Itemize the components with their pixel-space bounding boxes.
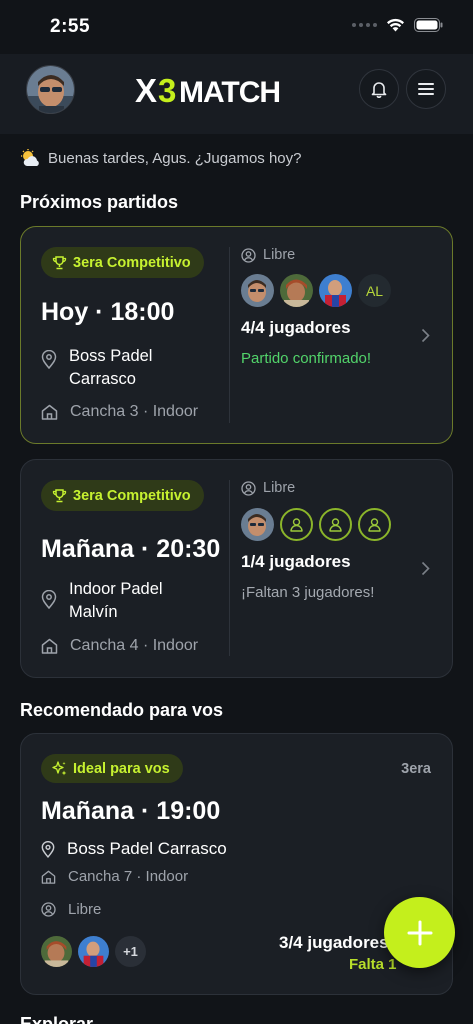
match-title: Hoy · 18:00 bbox=[41, 298, 175, 326]
user-circle-icon bbox=[241, 247, 256, 263]
location-pin-icon bbox=[41, 840, 55, 858]
match-type: Libre bbox=[263, 480, 296, 496]
user-icon bbox=[329, 517, 342, 532]
badge-label: Ideal para vos bbox=[73, 760, 170, 777]
players-count: 1/4 jugadores bbox=[241, 552, 351, 571]
match-type-row: Libre bbox=[241, 247, 295, 263]
player-avatar bbox=[78, 936, 109, 967]
menu-icon bbox=[418, 83, 434, 95]
venue-row: Boss Padel Carrasco bbox=[41, 839, 227, 859]
empty-player-slot[interactable] bbox=[280, 508, 313, 541]
card-divider bbox=[229, 247, 230, 423]
match-type-row: Libre bbox=[241, 480, 295, 496]
notifications-button[interactable] bbox=[359, 69, 399, 109]
match-status: ¡Faltan 3 jugadores! bbox=[241, 584, 375, 601]
plus-icon bbox=[407, 920, 432, 945]
venue-name: Boss Padel Carrasco bbox=[69, 347, 153, 388]
match-card[interactable]: 3era Competitivo Hoy · 18:00 Boss Padel … bbox=[20, 226, 453, 444]
location-pin-icon bbox=[41, 590, 57, 609]
profile-avatar[interactable] bbox=[26, 65, 75, 114]
greeting-text: Buenas tardes, Agus. ¿Jugamos hoy? bbox=[48, 149, 302, 167]
match-type-row: Libre bbox=[41, 901, 101, 918]
players-avatars: +1 bbox=[41, 936, 146, 967]
user-circle-icon bbox=[241, 480, 256, 496]
players-count: 4/4 jugadores bbox=[241, 318, 351, 337]
players-count: 3/4 jugadores bbox=[279, 933, 389, 952]
home-icon bbox=[41, 638, 58, 654]
status-time: 2:55 bbox=[50, 16, 91, 37]
match-card[interactable]: 3era Competitivo Mañana · 20:30 Indoor P… bbox=[20, 459, 453, 678]
badge-label: 3era Competitivo bbox=[73, 254, 191, 271]
app-header: X 3 MATCH bbox=[0, 54, 473, 134]
empty-player-slot[interactable] bbox=[319, 508, 352, 541]
court-label: Cancha 4 · Indoor bbox=[70, 637, 199, 654]
player-initials: AL bbox=[358, 274, 391, 307]
trophy-icon bbox=[52, 255, 67, 269]
player-avatar bbox=[241, 274, 274, 307]
next-section-title: Explorar bbox=[20, 1014, 94, 1024]
svg-text:3: 3 bbox=[158, 73, 176, 107]
player-avatar bbox=[319, 274, 352, 307]
match-title: Mañana · 19:00 bbox=[41, 797, 221, 825]
trophy-icon bbox=[52, 488, 67, 502]
recommended-match-card[interactable]: Ideal para vos 3era Mañana · 19:00 Boss … bbox=[20, 733, 453, 995]
court-label: Cancha 7 · Indoor bbox=[68, 868, 189, 885]
wifi-icon bbox=[387, 18, 404, 32]
home-icon bbox=[41, 404, 58, 420]
create-match-fab[interactable] bbox=[384, 897, 455, 968]
level-label: 3era bbox=[401, 761, 431, 777]
extra-players-count: +1 bbox=[115, 936, 146, 967]
menu-button[interactable] bbox=[406, 69, 446, 109]
user-circle-icon bbox=[41, 902, 56, 917]
chevron-right-icon bbox=[421, 561, 430, 576]
players-avatars: AL bbox=[241, 274, 391, 307]
user-icon bbox=[368, 517, 381, 532]
status-icons bbox=[352, 18, 443, 32]
player-avatar bbox=[241, 508, 274, 541]
court-row: Cancha 7 · Indoor bbox=[41, 868, 188, 885]
sparkle-icon bbox=[52, 761, 67, 776]
card-divider bbox=[229, 480, 230, 656]
upcoming-title: Próximos partidos bbox=[20, 192, 179, 212]
venue-row: Boss Padel Carrasco bbox=[41, 345, 199, 391]
match-type: Libre bbox=[263, 247, 296, 263]
level-badge: 3era Competitivo bbox=[41, 247, 204, 278]
empty-player-slot[interactable] bbox=[358, 508, 391, 541]
recommended-title: Recomendado para vos bbox=[20, 700, 224, 720]
court-row: Cancha 4 · Indoor bbox=[41, 637, 198, 655]
court-label: Cancha 3 · Indoor bbox=[70, 403, 199, 420]
user-icon bbox=[290, 517, 303, 532]
match-status: Partido confirmado! bbox=[241, 350, 372, 367]
match-type: Libre bbox=[68, 901, 102, 918]
svg-text:MATCH: MATCH bbox=[179, 76, 280, 107]
home-icon bbox=[41, 870, 56, 884]
bell-icon bbox=[371, 81, 387, 98]
venue-name: Indoor Padel Malvín bbox=[69, 580, 163, 621]
status-bar: 2:55 bbox=[0, 0, 473, 54]
battery-icon bbox=[414, 18, 443, 32]
greeting: Buenas tardes, Agus. ¿Jugamos hoy? bbox=[20, 149, 301, 167]
player-avatar bbox=[41, 936, 72, 967]
badge-label: 3era Competitivo bbox=[73, 487, 191, 504]
sun-cloud-icon bbox=[21, 149, 39, 166]
location-pin-icon bbox=[41, 350, 57, 369]
ideal-badge: Ideal para vos bbox=[41, 754, 183, 783]
match-title: Mañana · 20:30 bbox=[41, 535, 221, 563]
venue-name: Boss Padel Carrasco bbox=[67, 839, 227, 858]
player-avatar bbox=[280, 274, 313, 307]
court-row: Cancha 3 · Indoor bbox=[41, 403, 198, 421]
chevron-right-icon bbox=[421, 328, 430, 343]
app-logo: X 3 MATCH bbox=[135, 72, 301, 109]
players-avatars bbox=[241, 508, 391, 541]
level-badge: 3era Competitivo bbox=[41, 480, 204, 511]
venue-row: Indoor Padel Malvín bbox=[41, 578, 199, 624]
cellular-signal-icon bbox=[352, 23, 377, 27]
missing-players: Falta 1 bbox=[349, 956, 397, 973]
svg-text:X: X bbox=[135, 73, 157, 107]
